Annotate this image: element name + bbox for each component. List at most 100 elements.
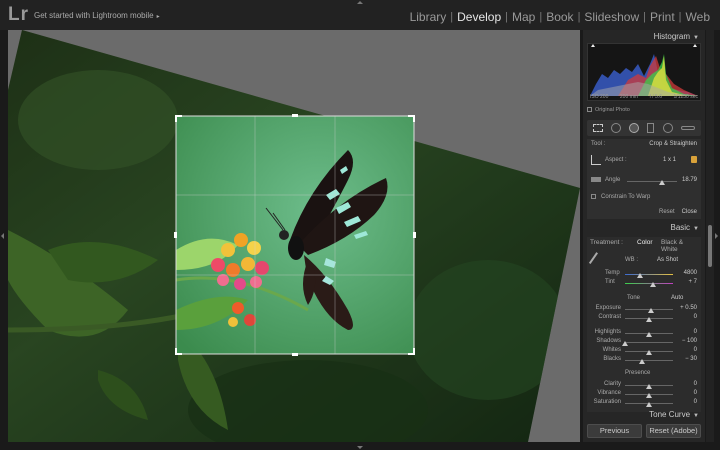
treatment-label: Treatment : — [590, 239, 623, 246]
collapse-triangle-icon[interactable]: ▼ — [693, 226, 699, 232]
shadows-slider-thumb[interactable] — [622, 341, 628, 346]
histogram-graph — [590, 44, 698, 96]
aspect-select[interactable]: 1 x 1 — [663, 157, 676, 163]
saturation-slider-thumb[interactable] — [646, 402, 652, 407]
iso-value: ISO 200 — [590, 94, 609, 100]
clarity-slider-thumb[interactable] — [646, 384, 652, 389]
whites-value: 0 — [693, 347, 697, 353]
vibrance-slider-thumb[interactable] — [646, 393, 652, 398]
contrast-slider-thumb[interactable] — [646, 317, 652, 322]
lightroom-logo: Lr — [8, 4, 29, 25]
blacks-label: Blacks — [603, 356, 621, 362]
scrollbar-thumb[interactable] — [708, 225, 712, 267]
temp-slider[interactable] — [625, 274, 673, 275]
vibrance-value: 0 — [693, 390, 697, 396]
histogram-title: Histogram — [653, 32, 691, 41]
shadows-label: Shadows — [596, 338, 621, 344]
histogram-header[interactable]: Histogram ▼ — [654, 32, 699, 41]
module-web[interactable]: Web — [682, 10, 714, 24]
tint-slider[interactable] — [625, 283, 673, 284]
crop-frame-icon[interactable] — [591, 155, 601, 165]
collapse-triangle-icon[interactable]: ▼ — [693, 35, 699, 41]
previous-button[interactable]: Previous — [587, 424, 642, 438]
treatment-bw[interactable]: Black & White — [661, 239, 701, 253]
red-eye-icon[interactable] — [629, 123, 639, 133]
treatment-color[interactable]: Color — [637, 239, 653, 246]
collapse-triangle-icon[interactable]: ▼ — [693, 413, 699, 419]
top-panel-toggle-icon[interactable] — [357, 1, 363, 4]
saturation-value: 0 — [693, 399, 697, 405]
contrast-value: 0 — [693, 314, 697, 320]
crop-tool-icon[interactable] — [593, 124, 603, 132]
whites-slider-thumb[interactable] — [646, 350, 652, 355]
bottom-buttons: Previous Reset (Adobe) — [583, 422, 705, 442]
bottom-panel-toggle-icon[interactable] — [357, 446, 363, 449]
shutter-value: 1/1250 sec — [673, 94, 698, 100]
exposure-label: Exposure — [595, 305, 621, 311]
module-map[interactable]: Map — [508, 10, 539, 24]
tint-slider-thumb[interactable] — [650, 282, 656, 287]
reset-adobe-button[interactable]: Reset (Adobe) — [646, 424, 701, 438]
tool-label: Tool : — [591, 141, 606, 147]
exposure-slider-thumb[interactable] — [648, 308, 655, 313]
contrast-label: Contrast — [598, 314, 621, 320]
spot-removal-icon[interactable] — [611, 123, 621, 133]
module-print[interactable]: Print — [646, 10, 679, 24]
angle-slider[interactable] — [627, 181, 677, 182]
highlights-slider-thumb[interactable] — [646, 332, 652, 337]
lock-icon[interactable] — [691, 156, 697, 163]
blacks-slider[interactable] — [625, 360, 673, 361]
crop-close-button[interactable]: Close — [682, 209, 697, 215]
original-photo-toggle[interactable]: Original Photo — [587, 107, 630, 113]
tint-value: + 7 — [688, 279, 697, 285]
rotated-photo — [8, 30, 580, 442]
basic-panel: Treatment : Color Black & White WB : As … — [587, 237, 701, 412]
checkbox-icon[interactable] — [591, 194, 596, 199]
histogram — [587, 43, 701, 101]
tone-curve-header[interactable]: Tone Curve ▼ — [649, 410, 699, 419]
graduated-filter-icon[interactable] — [647, 123, 654, 133]
adjustment-brush-icon[interactable] — [681, 126, 695, 130]
left-panel-toggle-icon[interactable] — [1, 233, 4, 239]
angle-slider-thumb[interactable] — [659, 180, 665, 185]
panel-scrollbar[interactable] — [706, 30, 714, 442]
shadows-slider[interactable] — [625, 342, 673, 343]
module-library[interactable]: Library — [406, 10, 451, 24]
aspect-label: Aspect : — [605, 157, 627, 163]
tool-strip — [587, 120, 701, 136]
module-picker: Library | Develop | Map | Book | Slideshow | … — [406, 10, 714, 24]
tint-label: Tint — [605, 279, 615, 285]
module-develop[interactable]: Develop — [453, 10, 505, 24]
angle-value: 18.79 — [681, 177, 697, 183]
photo-canvas[interactable] — [8, 30, 580, 442]
mobile-prompt[interactable]: Get started with Lightroom mobile ▸ — [34, 11, 160, 20]
whites-label: Whites — [602, 347, 621, 353]
eyedropper-icon[interactable] — [588, 252, 603, 267]
auto-button[interactable]: Auto — [671, 295, 683, 301]
module-book[interactable]: Book — [542, 10, 577, 24]
highlights-label: Highlights — [594, 329, 621, 335]
angle-label: Angle — [605, 177, 621, 183]
wb-select[interactable]: As Shot — [657, 257, 678, 263]
top-bar: Lr Get started with Lightroom mobile ▸ Li… — [0, 0, 720, 30]
right-panel-toggle-icon[interactable] — [715, 233, 718, 239]
vibrance-label: Vibrance — [597, 390, 621, 396]
module-slideshow[interactable]: Slideshow — [580, 10, 643, 24]
tool-name: Crop & Straighten — [649, 141, 697, 147]
presence-label: Presence — [625, 370, 651, 376]
basic-title: Basic — [670, 223, 691, 232]
play-arrow-icon: ▸ — [156, 14, 160, 20]
clarity-value: 0 — [693, 381, 697, 387]
checkbox-icon[interactable] — [587, 107, 592, 113]
basic-header[interactable]: Basic ▼ — [670, 223, 699, 232]
straighten-tool-icon[interactable] — [591, 177, 601, 182]
clarity-label: Clarity — [603, 381, 621, 387]
blacks-slider-thumb[interactable] — [638, 359, 645, 364]
shadows-value: − 100 — [681, 338, 697, 344]
blacks-value: − 30 — [685, 356, 697, 362]
aperture-value: f / 5.6 — [649, 94, 662, 100]
temp-slider-thumb[interactable] — [637, 273, 643, 278]
constrain-label: Constrain To Warp — [601, 194, 651, 200]
radial-filter-icon[interactable] — [663, 123, 673, 133]
crop-reset-button[interactable]: Reset — [659, 209, 675, 215]
